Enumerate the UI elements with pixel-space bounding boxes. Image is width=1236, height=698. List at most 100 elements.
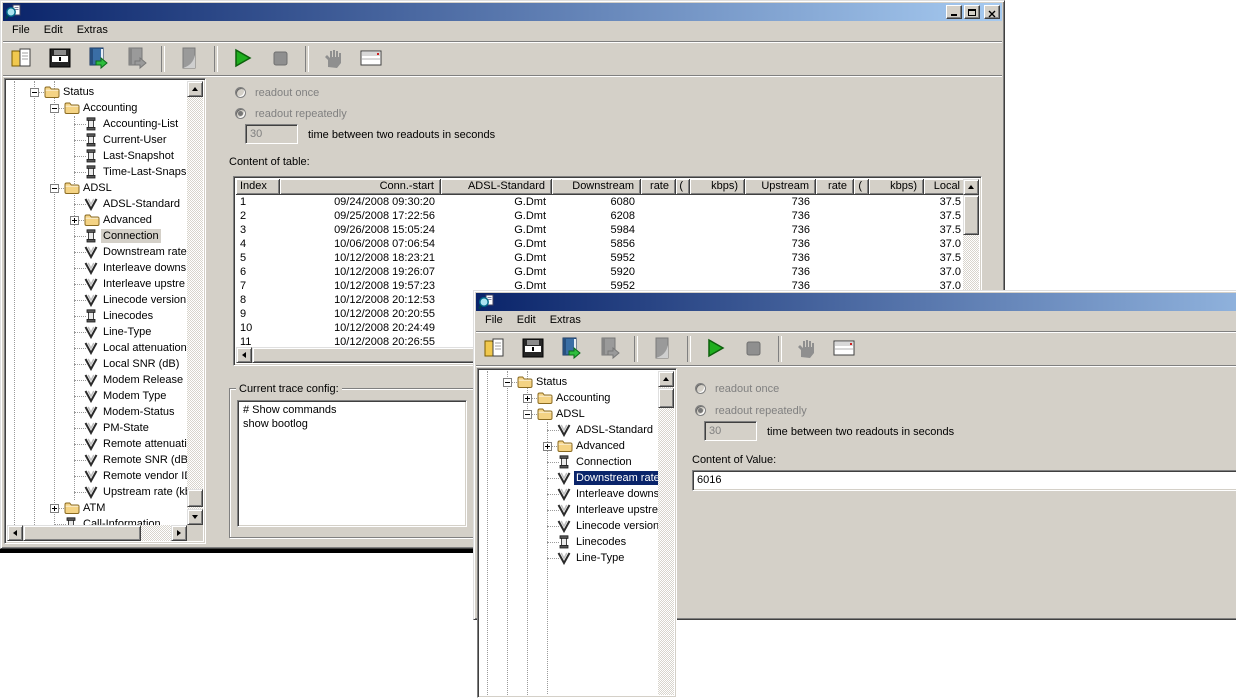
tree-item[interactable]: Current-User — [7, 132, 187, 148]
scroll-up-button[interactable] — [187, 81, 203, 97]
tree-item[interactable]: ADSL-Standard — [7, 196, 187, 212]
open-book-button[interactable] — [83, 45, 113, 73]
tree-item[interactable]: ADSL — [480, 406, 658, 422]
scroll-down-button[interactable] — [187, 509, 203, 525]
menu-file[interactable]: File — [478, 314, 510, 328]
table-row[interactable]: 309/26/2008 15:05:24G.Dmt598473637.5 — [236, 223, 967, 237]
tree-item[interactable]: Modem-Status — [7, 404, 187, 420]
menu-extras[interactable]: Extras — [70, 24, 115, 38]
tree-item[interactable]: Linecodes — [7, 308, 187, 324]
table-row[interactable]: 209/25/2008 17:22:56G.Dmt620873637.5 — [236, 209, 967, 223]
table-header-cell[interactable]: Index — [236, 179, 280, 195]
tree-item[interactable]: Downstream rate — [480, 470, 658, 486]
tree-expand-toggle[interactable] — [523, 394, 532, 403]
tree-item[interactable]: Status — [480, 374, 658, 390]
value-input[interactable]: 6016 — [692, 470, 1236, 491]
tree-item[interactable]: Upstream rate (kb — [7, 484, 187, 500]
tree-item[interactable]: Time-Last-Snapsh — [7, 164, 187, 180]
minimize-button[interactable] — [946, 5, 962, 19]
scroll-up-button[interactable] — [963, 179, 979, 195]
tree-item[interactable]: Interleave downs — [7, 260, 187, 276]
table-row[interactable]: 410/06/2008 07:06:54G.Dmt585673637.0 — [236, 237, 967, 251]
tree-item[interactable]: Linecodes — [480, 534, 658, 550]
tree-item[interactable]: Interleave upstre — [7, 276, 187, 292]
tree-expand-toggle[interactable] — [50, 104, 59, 113]
scroll-left-button[interactable] — [236, 347, 252, 363]
new-file-button[interactable] — [7, 45, 37, 73]
tree-item[interactable]: Connection — [480, 454, 658, 470]
tree-item[interactable]: Line-Type — [7, 324, 187, 340]
vscroll-thumb[interactable] — [963, 195, 979, 235]
tree-item[interactable]: Remote vendor ID — [7, 468, 187, 484]
start-button[interactable] — [227, 45, 257, 73]
table-row[interactable]: 109/24/2008 09:30:20G.Dmt608073637.5 — [236, 195, 967, 209]
tree-item[interactable]: Interleave downs — [480, 486, 658, 502]
tree-item[interactable]: Local SNR (dB) — [7, 356, 187, 372]
table-row[interactable]: 610/12/2008 19:26:07G.Dmt592073637.0 — [236, 265, 967, 279]
window-button[interactable] — [829, 335, 859, 363]
table-header-cell[interactable]: rate — [641, 179, 676, 195]
tree-item[interactable]: PM-State — [7, 420, 187, 436]
table-header-cell[interactable]: Upstream — [745, 179, 816, 195]
tree-expand-toggle[interactable] — [50, 184, 59, 193]
scroll-right-button[interactable] — [171, 525, 187, 541]
table-header-cell[interactable]: ( — [854, 179, 869, 195]
scroll-up-button[interactable] — [658, 371, 674, 387]
tree-item[interactable]: Linecode version — [7, 292, 187, 308]
tree-item[interactable]: ADSL-Standard — [480, 422, 658, 438]
tree-item[interactable]: Last-Snapshot — [7, 148, 187, 164]
tree-expand-toggle[interactable] — [523, 410, 532, 419]
save-button[interactable] — [518, 335, 548, 363]
table-header-cell[interactable]: Conn.-start — [280, 179, 441, 195]
tree-item[interactable]: Advanced — [480, 438, 658, 454]
tree-item[interactable]: Downstream rate — [7, 244, 187, 260]
tree-item[interactable]: Linecode version — [480, 518, 658, 534]
menu-extras[interactable]: Extras — [543, 314, 588, 328]
table-header-cell[interactable]: rate — [816, 179, 854, 195]
menu-edit[interactable]: Edit — [510, 314, 543, 328]
tree-item[interactable]: Remote attenuati — [7, 436, 187, 452]
table-header-cell[interactable]: ( — [676, 179, 690, 195]
start-button[interactable] — [700, 335, 730, 363]
tree-item[interactable]: Local attenuation — [7, 340, 187, 356]
tree-item[interactable]: Accounting — [7, 100, 187, 116]
tree-vscrollbar[interactable] — [658, 371, 674, 695]
tree-expand-toggle[interactable] — [503, 378, 512, 387]
tree-item[interactable]: ADSL — [7, 180, 187, 196]
table-header-cell[interactable]: Local — [924, 179, 967, 195]
title-bar[interactable] — [3, 3, 1002, 21]
maximize-button[interactable] — [964, 5, 980, 19]
tree-item[interactable]: Status — [7, 84, 187, 100]
tree-vscrollbar[interactable] — [187, 81, 203, 525]
tree-item[interactable]: Modem Release — [7, 372, 187, 388]
tree-item[interactable]: Remote SNR (dB) — [7, 452, 187, 468]
vscroll-thumb[interactable] — [187, 489, 203, 507]
tree-expand-toggle[interactable] — [30, 88, 39, 97]
tree-item[interactable]: Line-Type — [480, 550, 658, 566]
scroll-left-button[interactable] — [7, 525, 23, 541]
menu-edit[interactable]: Edit — [37, 24, 70, 38]
tree-item[interactable]: Connection — [7, 228, 187, 244]
tree-expand-toggle[interactable] — [70, 216, 79, 225]
new-file-button[interactable] — [480, 335, 510, 363]
table-header-cell[interactable]: kbps) — [869, 179, 924, 195]
table-header-cell[interactable]: ADSL-Standard — [441, 179, 552, 195]
trace-config-text[interactable]: # Show commands show bootlog — [237, 400, 467, 527]
window-button[interactable] — [356, 45, 386, 73]
tree-item[interactable]: Accounting-List — [7, 116, 187, 132]
open-book-button[interactable] — [556, 335, 586, 363]
tree-item[interactable]: Accounting — [480, 390, 658, 406]
table-header-cell[interactable]: Downstream — [552, 179, 641, 195]
tree-item[interactable]: Modem Type — [7, 388, 187, 404]
table-header-cell[interactable]: kbps) — [690, 179, 745, 195]
vscroll-thumb[interactable] — [658, 388, 674, 408]
menu-file[interactable]: File — [5, 24, 37, 38]
title-bar[interactable] — [476, 293, 1236, 311]
tree-item[interactable]: Interleave upstre — [480, 502, 658, 518]
tree-item[interactable]: Call-Information — [7, 516, 187, 525]
close-button[interactable] — [984, 5, 1000, 19]
tree-expand-toggle[interactable] — [50, 504, 59, 513]
tree-item[interactable]: Advanced — [7, 212, 187, 228]
tree-expand-toggle[interactable] — [543, 442, 552, 451]
table-row[interactable]: 510/12/2008 18:23:21G.Dmt595273637.5 — [236, 251, 967, 265]
